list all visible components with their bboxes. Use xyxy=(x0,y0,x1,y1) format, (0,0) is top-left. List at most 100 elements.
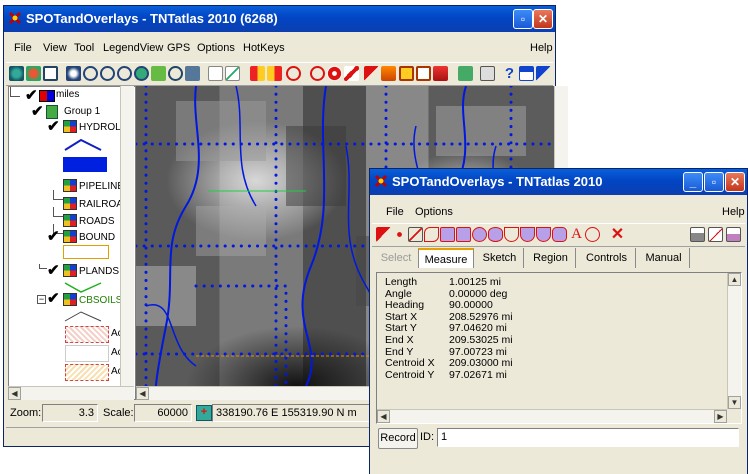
menu-legendview[interactable]: LegendView xyxy=(103,39,163,57)
layer-roads[interactable]: ROADS xyxy=(79,216,115,227)
text-tool-icon[interactable]: A xyxy=(569,227,584,242)
attributes-icon[interactable] xyxy=(433,66,448,81)
zoom-full-icon[interactable] xyxy=(9,66,24,81)
bound-checkbox-icon[interactable]: ✔ xyxy=(47,229,60,244)
scroll-up-icon[interactable]: ▲ xyxy=(728,273,741,286)
scroll-down-icon[interactable]: ▼ xyxy=(728,396,741,409)
target-icon[interactable] xyxy=(327,66,342,81)
zoom-box-icon[interactable] xyxy=(83,66,98,81)
zoom-group-icon[interactable] xyxy=(151,66,166,81)
measurement-vertical-scrollbar[interactable]: ▲ ▼ xyxy=(727,273,741,409)
minimize-icon[interactable]: _ xyxy=(683,172,703,192)
gps-point-icon[interactable] xyxy=(344,66,359,81)
scroll-left-icon[interactable]: ◀ xyxy=(8,387,21,400)
scale-one-icon[interactable] xyxy=(208,66,223,81)
measure-close-icon[interactable]: ✕ xyxy=(725,172,745,192)
layer-bound[interactable]: BOUND xyxy=(79,232,115,243)
tab-region[interactable]: Region xyxy=(526,248,576,268)
zoom-out-icon[interactable] xyxy=(117,66,132,81)
group-label[interactable]: Group 1 xyxy=(64,106,100,117)
maximize-icon[interactable]: ▫ xyxy=(513,9,533,29)
measurement-horizontal-scrollbar[interactable]: ◀ ▶ xyxy=(377,409,727,423)
scale-checkbox-icon[interactable]: ✔ xyxy=(25,88,38,103)
record-button[interactable]: Record xyxy=(378,428,418,449)
measure-maximize-icon[interactable]: ▫ xyxy=(704,172,724,192)
coordinate-type-icon[interactable]: + xyxy=(196,405,212,421)
pointer-icon[interactable] xyxy=(536,66,551,81)
zoom-layer-icon[interactable] xyxy=(26,66,41,81)
profile-area-icon[interactable] xyxy=(726,227,741,242)
layer-railroad[interactable]: RAILROA xyxy=(79,199,123,210)
select-arrow-icon[interactable] xyxy=(364,66,379,81)
layer-pipeline[interactable]: PIPELINE xyxy=(79,181,124,192)
menu-tool[interactable]: Tool xyxy=(74,39,94,57)
delete-icon[interactable]: ✕ xyxy=(610,227,625,243)
measure-menu-file[interactable]: File xyxy=(386,203,404,221)
cancel-icon[interactable] xyxy=(286,66,301,81)
rectangle-tool-icon[interactable] xyxy=(456,227,471,242)
tab-select[interactable]: Select xyxy=(376,248,416,268)
plands-checkbox-icon[interactable]: ✔ xyxy=(47,263,60,278)
cbsoils-expand-icon[interactable]: − xyxy=(37,295,46,304)
measure-title-bar[interactable]: SPOTandOverlays - TNTatlas 2010 _ ▫ ✕ xyxy=(370,169,747,195)
polyline-tool-icon[interactable] xyxy=(424,227,439,242)
tab-controls[interactable]: Controls xyxy=(578,248,636,268)
point-tool-icon[interactable] xyxy=(392,227,407,242)
close-icon[interactable]: ✕ xyxy=(533,9,553,29)
railroad-checkbox[interactable] xyxy=(53,207,63,217)
sketch-icon[interactable] xyxy=(381,66,396,81)
measure-menu-options[interactable]: Options xyxy=(415,203,453,221)
previous-view-icon[interactable] xyxy=(250,66,265,81)
scale-field[interactable]: 60000 xyxy=(134,404,192,422)
group-checkbox-icon[interactable]: ✔ xyxy=(31,104,44,119)
group-controls-icon[interactable] xyxy=(416,66,431,81)
circle-tool-icon[interactable] xyxy=(472,227,487,242)
zoom-field[interactable]: 3.3 xyxy=(42,404,98,422)
plands-expand-icon[interactable] xyxy=(39,264,47,269)
polygon-tool-icon[interactable] xyxy=(440,227,455,242)
menu-file[interactable]: File xyxy=(14,39,32,57)
layer-plands[interactable]: PLANDS xyxy=(79,266,119,277)
tab-sketch[interactable]: Sketch xyxy=(476,248,524,268)
legend-horizontal-scrollbar[interactable]: ◀ xyxy=(8,386,134,400)
scale-ruler-icon[interactable] xyxy=(225,66,240,81)
menu-gps[interactable]: GPS xyxy=(167,39,190,57)
zoom-in-icon[interactable] xyxy=(100,66,115,81)
arc-chord-tool-icon[interactable] xyxy=(520,227,535,242)
tab-measure[interactable]: Measure xyxy=(418,248,474,268)
id-input[interactable]: 1 xyxy=(437,428,739,447)
find-icon[interactable] xyxy=(310,66,325,81)
histogram-icon[interactable] xyxy=(690,227,705,242)
ellipse-tool-icon[interactable] xyxy=(488,227,503,242)
arc-wedge-tool-icon[interactable] xyxy=(536,227,551,242)
select-tool-icon[interactable] xyxy=(376,227,391,242)
legend-vertical-scrollbar[interactable] xyxy=(120,86,134,386)
regular-polygon-tool-icon[interactable] xyxy=(552,227,567,242)
expand-icon[interactable] xyxy=(10,87,20,97)
menu-view[interactable]: View xyxy=(43,39,67,57)
zoom-area-icon[interactable] xyxy=(134,66,149,81)
home-icon[interactable] xyxy=(519,66,534,81)
scroll-right-icon[interactable]: ▶ xyxy=(714,410,727,423)
profile-icon[interactable] xyxy=(708,227,723,242)
print-layout-icon[interactable] xyxy=(458,66,473,81)
print-icon[interactable] xyxy=(480,66,495,81)
main-title-bar[interactable]: SPOTandOverlays - TNTatlas 2010 (6268) ▫… xyxy=(4,6,555,32)
menu-help[interactable]: Help xyxy=(530,39,553,57)
arc-tool-icon[interactable] xyxy=(504,227,519,242)
hydrology-checkbox-icon[interactable]: ✔ xyxy=(47,119,60,134)
menu-hotkeys[interactable]: HotKeys xyxy=(243,39,285,57)
help-icon[interactable]: ? xyxy=(502,66,517,81)
tab-manual[interactable]: Manual xyxy=(638,248,690,268)
symbol-tool-icon[interactable] xyxy=(585,227,600,242)
line-tool-icon[interactable] xyxy=(408,227,423,242)
cbsoils-checkbox-icon[interactable]: ✔ xyxy=(47,291,60,306)
redraw-icon[interactable] xyxy=(43,66,58,81)
menu-options[interactable]: Options xyxy=(197,39,235,57)
pipeline-checkbox[interactable] xyxy=(53,190,63,200)
layer-cbsoils[interactable]: CBSOILS xyxy=(79,295,122,306)
next-view-icon[interactable] xyxy=(267,66,282,81)
map-scroll-left-icon[interactable]: ◀ xyxy=(136,387,149,400)
scroll-left-icon-2[interactable]: ◀ xyxy=(377,410,390,423)
gps-icon[interactable] xyxy=(185,66,200,81)
